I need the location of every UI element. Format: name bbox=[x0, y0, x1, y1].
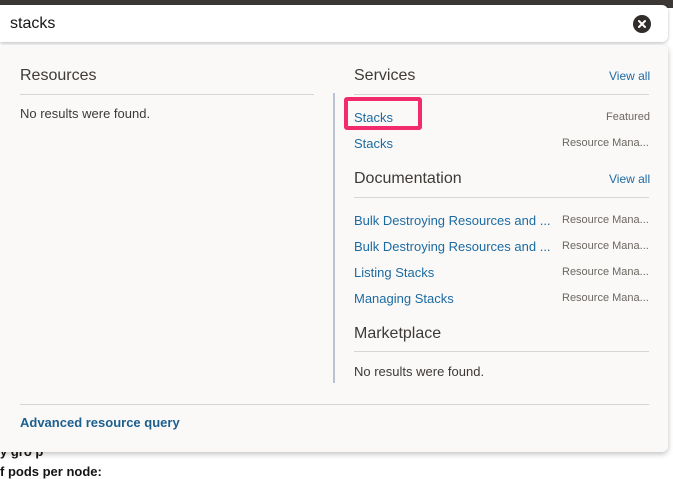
doc-result-bulk-destroying-1[interactable]: Bulk Destroying Resources and ... bbox=[354, 213, 551, 228]
services-view-all-link[interactable]: View all bbox=[609, 69, 650, 83]
services-heading: Services bbox=[354, 67, 416, 84]
doc-result-category: Resource Mana... bbox=[562, 266, 649, 278]
resources-heading: Resources bbox=[20, 67, 97, 84]
documentation-divider bbox=[354, 197, 649, 198]
documentation-view-all-link[interactable]: View all bbox=[609, 172, 650, 186]
doc-result-managing-stacks[interactable]: Managing Stacks bbox=[354, 291, 454, 306]
highlight-box bbox=[344, 97, 422, 130]
footer-divider bbox=[20, 404, 649, 405]
documentation-heading: Documentation bbox=[354, 170, 462, 187]
search-results-panel: Resources No results were found. Service… bbox=[0, 45, 668, 452]
close-circle-icon bbox=[638, 20, 646, 28]
resources-empty-text: No results were found. bbox=[20, 106, 151, 121]
service-result-category: Resource Mana... bbox=[562, 137, 649, 149]
column-divider bbox=[333, 93, 335, 383]
search-input[interactable] bbox=[10, 11, 610, 37]
doc-result-category: Resource Mana... bbox=[562, 240, 649, 252]
doc-result-category: Resource Mana... bbox=[562, 214, 649, 226]
marketplace-divider bbox=[354, 351, 649, 352]
advanced-resource-query-link[interactable]: Advanced resource query bbox=[20, 415, 180, 430]
resources-divider bbox=[20, 94, 314, 95]
search-bar bbox=[0, 5, 668, 42]
doc-result-bulk-destroying-2[interactable]: Bulk Destroying Resources and ... bbox=[354, 239, 551, 254]
services-divider bbox=[354, 94, 649, 95]
marketplace-empty-text: No results were found. bbox=[354, 364, 485, 379]
marketplace-heading: Marketplace bbox=[354, 325, 442, 342]
background-text-line2: f pods per node: bbox=[0, 464, 102, 479]
service-result-stacks[interactable]: Stacks bbox=[354, 136, 393, 151]
doc-result-listing-stacks[interactable]: Listing Stacks bbox=[354, 265, 434, 280]
service-result-category: Featured bbox=[606, 111, 651, 123]
clear-search-button[interactable] bbox=[633, 15, 651, 33]
doc-result-category: Resource Mana... bbox=[562, 292, 649, 304]
